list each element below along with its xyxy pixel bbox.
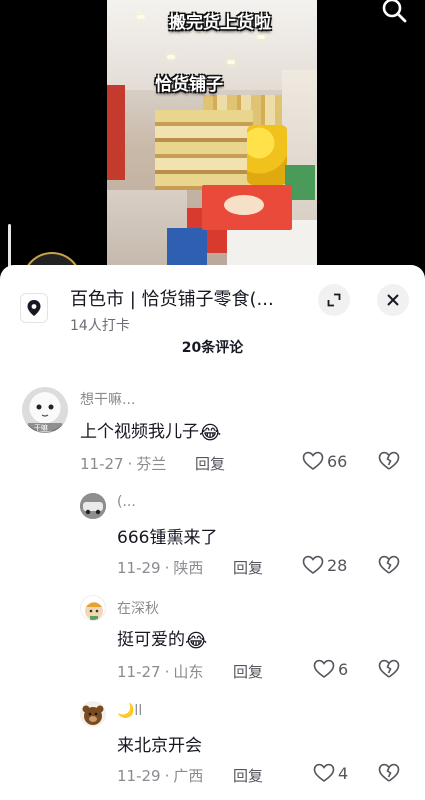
yellow-goods xyxy=(247,125,287,185)
expand-icon xyxy=(327,293,341,307)
comment-username[interactable]: 🌙ll xyxy=(117,703,142,719)
reply-item: 🌙ll 来北京开会 11-29 · 广西 回复 4 xyxy=(0,699,425,794)
laughing-emoji: 😂 xyxy=(185,630,208,652)
comment-sheet: 百色市 | 恰货铺子零食(... 14人打卡 20条评论 干嘛 想干嘛... 上… xyxy=(0,265,425,800)
dislike-icon xyxy=(378,763,400,782)
laughing-emoji: 😂 xyxy=(199,422,222,444)
avatar[interactable] xyxy=(80,701,106,727)
like-button[interactable]: 6 xyxy=(313,659,348,679)
comment-meta: 11-27 · 芬兰 xyxy=(80,455,167,473)
reply-button[interactable]: 回复 xyxy=(233,765,263,786)
search-button[interactable] xyxy=(378,0,412,26)
snack-shelf xyxy=(155,110,253,190)
reply-button[interactable]: 回复 xyxy=(233,557,263,578)
like-button[interactable]: 66 xyxy=(302,451,347,471)
comment-text: 来北京开会 xyxy=(117,736,202,756)
left-shelf xyxy=(107,85,125,180)
location-title[interactable]: 百色市 | 恰货铺子零食(... xyxy=(70,285,274,311)
comment-text: 挺可爱的😂 xyxy=(117,630,208,652)
reply-item: 在深秋 挺可爱的😂 11-27 · 山东 回复 6 xyxy=(0,595,425,690)
heart-icon xyxy=(313,659,335,678)
red-goods-box xyxy=(202,185,292,230)
ceiling-light xyxy=(167,55,175,59)
comment-username[interactable]: 想干嘛... xyxy=(80,389,135,409)
like-button[interactable]: 28 xyxy=(302,555,347,575)
svg-text:干嘛: 干嘛 xyxy=(34,423,48,432)
dislike-icon xyxy=(378,451,400,470)
reply-button[interactable]: 回复 xyxy=(233,661,263,682)
comment-item: 干嘛 想干嘛... 上个视频我儿子😂 11-27 · 芬兰 回复 66 xyxy=(0,383,425,478)
ceiling-light xyxy=(137,15,145,19)
comment-username[interactable]: 在深秋 xyxy=(117,598,159,618)
avatar[interactable]: 干嘛 xyxy=(22,387,68,433)
comment-text: 666锺熏来了 xyxy=(117,528,218,548)
video-caption: 搬完货上货啦 xyxy=(169,13,271,33)
avatar[interactable] xyxy=(80,595,106,621)
expand-button[interactable] xyxy=(318,284,350,316)
like-count: 66 xyxy=(327,451,348,471)
close-icon xyxy=(387,294,399,306)
dislike-icon xyxy=(378,555,400,574)
comment-meta: 11-27 · 山东 xyxy=(117,663,204,681)
checkin-count: 14人打卡 xyxy=(70,318,130,334)
like-count: 28 xyxy=(327,555,348,575)
like-button[interactable]: 4 xyxy=(313,763,348,783)
comment-username[interactable]: (... xyxy=(117,494,136,510)
comment-count: 20条评论 xyxy=(181,340,244,356)
heart-icon xyxy=(302,555,324,574)
dislike-button[interactable] xyxy=(378,659,400,683)
like-count: 6 xyxy=(338,659,349,679)
avatar[interactable] xyxy=(80,493,106,519)
ceiling-light xyxy=(257,35,265,39)
like-count: 4 xyxy=(338,763,349,783)
dislike-icon xyxy=(378,659,400,678)
dislike-button[interactable] xyxy=(378,451,400,475)
close-button[interactable] xyxy=(377,284,409,316)
reply-button[interactable]: 回复 xyxy=(195,453,225,474)
search-icon xyxy=(382,0,407,23)
comment-meta: 11-29 · 陕西 xyxy=(117,559,204,577)
dislike-button[interactable] xyxy=(378,763,400,787)
ceiling-light xyxy=(227,60,235,64)
dislike-button[interactable] xyxy=(378,555,400,579)
comment-meta: 11-29 · 广西 xyxy=(117,767,204,785)
heart-icon xyxy=(302,451,324,470)
store-sign-caption: 恰货铺子 xyxy=(155,75,223,95)
blue-box xyxy=(167,228,207,270)
heart-icon xyxy=(313,763,335,782)
location-pin-icon xyxy=(20,293,48,323)
reply-item: (... 666锺熏来了 11-29 · 陕西 回复 28 xyxy=(0,489,425,584)
scroll-indicator xyxy=(8,224,11,270)
comment-text: 上个视频我儿子😂 xyxy=(80,422,222,444)
video-player[interactable]: 搬完货上货啦 恰货铺子 xyxy=(107,0,317,270)
